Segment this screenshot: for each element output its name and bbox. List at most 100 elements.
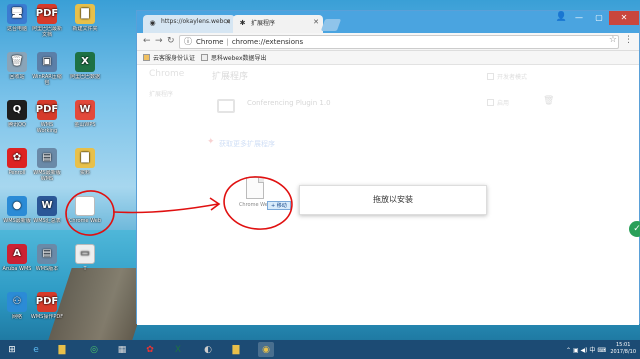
bookmark-star-icon[interactable]: ☆ — [609, 35, 617, 45]
taskbar-360-icon[interactable]: ◎ — [86, 342, 102, 357]
taskbar-ie-icon[interactable]: e — [28, 342, 44, 357]
close-button[interactable]: ✕ — [609, 11, 639, 25]
tab-extensions[interactable]: ✱ 扩展程序 ✕ — [233, 15, 323, 33]
desktop-icon[interactable]: 🖥 这台电脑 — [0, 4, 34, 38]
desktop-icon[interactable]: ▣ WinRAR压缩包 — [30, 52, 64, 86]
chrome-window: ◉ https://okaylens.webco ✕ ✱ 扩展程序 ✕ 👤 — … — [136, 10, 640, 325]
taskbar-excel-icon[interactable]: X — [170, 342, 186, 357]
back-button[interactable]: ← — [143, 36, 151, 46]
toolbar: ← → ↻ ⓘ Chrome | chrome://extensions ☆ ⋮ — [137, 33, 639, 51]
tab-close-icon[interactable]: ✕ — [313, 18, 319, 26]
taskbar-app-icon[interactable]: ▦ — [114, 342, 130, 357]
bookmark-label: 思科webex数据导出 — [211, 55, 267, 62]
file-icon — [246, 177, 264, 199]
desktop-icon-label: 金山WPS — [74, 122, 96, 128]
enable-checkbox[interactable] — [487, 99, 494, 106]
desktop-icon[interactable]: PDF 阿里巴巴最新文档 — [30, 4, 64, 38]
new-tab-button[interactable] — [320, 19, 342, 31]
reload-button[interactable]: ↻ — [167, 36, 175, 46]
desktop-icon[interactable]: ▭ T — [68, 244, 102, 278]
desktop-icon-label: WMS版本 — [35, 266, 59, 272]
maximize-button[interactable]: ▢ — [589, 11, 609, 25]
floating-assistant-icon[interactable]: ✓ — [629, 221, 640, 237]
taskbar-wechat-icon[interactable]: ◐ — [200, 342, 216, 357]
desktop-app-icon: ▇ — [75, 148, 95, 168]
desktop-app-icon: W — [75, 100, 95, 120]
desktop-app-icon: 🗑 — [7, 52, 27, 72]
enable-label: 启用 — [497, 100, 510, 107]
extensions-page: Chrome 扩展程序 扩展程序 开发者模式 Conferencing Plug… — [137, 65, 639, 325]
menu-icon[interactable]: ⋮ — [624, 35, 633, 45]
desktop-icon[interactable]: PDF WMS操作PDF — [30, 292, 64, 326]
webstore-icon: ✦ — [207, 137, 215, 147]
desktop-app-icon: X — [75, 52, 95, 72]
desktop-icon-label: 资料 — [79, 170, 90, 176]
get-more-extensions-link[interactable]: 获取更多扩展程序 — [219, 139, 275, 149]
desktop-icon[interactable]: ▇ 资料 — [68, 148, 102, 182]
taskbar-chrome-icon[interactable]: ◉ — [258, 342, 274, 357]
sidebar-item-extensions[interactable]: 扩展程序 — [149, 89, 173, 98]
desktop-icon-label: 阿里巴巴数据 — [69, 74, 100, 80]
desktop-icon[interactable]: Q 腾讯QQ — [0, 100, 34, 134]
desktop-icon-label: Chrome Web — [68, 218, 102, 224]
desktop-icon[interactable]: ▤ WMS最新版WMS — [30, 148, 64, 182]
bookmark-item[interactable]: 思科webex数据导出 — [201, 53, 267, 62]
desktop-icon[interactable]: ▤ WMS版本 — [30, 244, 64, 278]
desktop-app-icon: ▤ — [37, 148, 57, 168]
desktop-icon[interactable]: A Aruba WMS — [0, 244, 34, 278]
desktop-icon[interactable]: ✿ Penroll — [0, 148, 34, 182]
bookmarks-bar: 云客服身份认证 思科webex数据导出 — [137, 51, 639, 65]
desktop-icon-label: 回收站 — [9, 74, 25, 80]
desktop-icon[interactable]: Chrome Web — [68, 196, 102, 230]
desktop-icon[interactable]: ● WMS最新版 — [0, 196, 34, 230]
desktop-icon[interactable]: ▇ 新建文件夹 — [68, 4, 102, 38]
forward-button[interactable]: → — [155, 36, 163, 46]
taskbar-explorer-icon[interactable]: ▇ — [54, 342, 70, 357]
desktop-icon-label: WMS汇总表 — [33, 218, 61, 224]
taskbar-start-icon[interactable]: ⊞ — [4, 342, 20, 357]
dragged-file[interactable]: Chrome Web — [235, 177, 275, 217]
tab-title: 扩展程序 — [251, 20, 276, 27]
trash-icon[interactable]: 🗑 — [543, 96, 554, 106]
clock[interactable]: 15:01 2017/8/10 — [610, 342, 636, 356]
tab-okaylens[interactable]: ◉ https://okaylens.webco ✕ — [143, 15, 235, 33]
desktop-app-icon: 🖥 — [7, 4, 27, 24]
dev-mode-checkbox[interactable] — [487, 73, 494, 80]
address-bar[interactable]: ⓘ Chrome | chrome://extensions — [179, 35, 619, 49]
desktop-icon[interactable]: X 阿里巴巴数据 — [68, 52, 102, 86]
desktop-app-icon: PDF — [36, 4, 58, 24]
info-icon[interactable]: ⓘ — [184, 36, 192, 48]
clock-date: 2017/8/10 — [610, 349, 636, 355]
extension-monitor-icon — [217, 99, 235, 113]
desktop-icon[interactable]: PDF WMS Working — [30, 100, 64, 134]
desktop-icon-label: WinRAR压缩包 — [32, 74, 62, 86]
desktop-icon-label: 这台电脑 — [6, 26, 27, 32]
user-icon[interactable]: 👤 — [556, 12, 567, 22]
bookmark-page-icon — [201, 54, 208, 61]
desktop-app-icon: ▣ — [37, 52, 57, 72]
desktop-app-icon: ▤ — [37, 244, 57, 264]
bookmark-item[interactable]: 云客服身份认证 — [143, 53, 195, 62]
desktop-icon-label: WMS Working — [36, 122, 58, 134]
clock-time: 15:01 — [615, 342, 631, 348]
desktop-icon[interactable]: 🗑 回收站 — [0, 52, 34, 86]
system-tray[interactable]: ⌃ ▣ ◀) 中 ⌨ — [566, 345, 606, 354]
tab-close-icon[interactable]: ✕ — [225, 18, 231, 26]
desktop-app-icon: Q — [7, 100, 27, 120]
desktop-icon[interactable]: ⚇ 网络 — [0, 292, 34, 326]
desktop-icon[interactable]: W 金山WPS — [68, 100, 102, 134]
minimize-button[interactable]: — — [569, 11, 589, 25]
extension-name: Conferencing Plugin 1.0 — [247, 99, 331, 107]
desktop-app-icon: ✿ — [7, 148, 27, 168]
taskbar-files-icon[interactable]: ▇ — [228, 342, 244, 357]
taskbar-app2-icon[interactable]: ✿ — [142, 342, 158, 357]
bookmark-favicon-icon — [143, 54, 150, 61]
title-bar[interactable]: ◉ https://okaylens.webco ✕ ✱ 扩展程序 ✕ 👤 — … — [137, 11, 639, 33]
puzzle-icon: ✱ — [239, 19, 246, 27]
desktop-icon-label: WMS操作PDF — [30, 314, 64, 320]
desktop-app-icon: W — [37, 196, 57, 216]
tab-title: https://okaylens.webco — [161, 18, 231, 25]
desktop-icon[interactable]: W WMS汇总表 — [30, 196, 64, 230]
desktop-app-icon: A — [7, 244, 27, 264]
drop-to-install-zone[interactable]: 拖放以安装 — [299, 185, 487, 215]
